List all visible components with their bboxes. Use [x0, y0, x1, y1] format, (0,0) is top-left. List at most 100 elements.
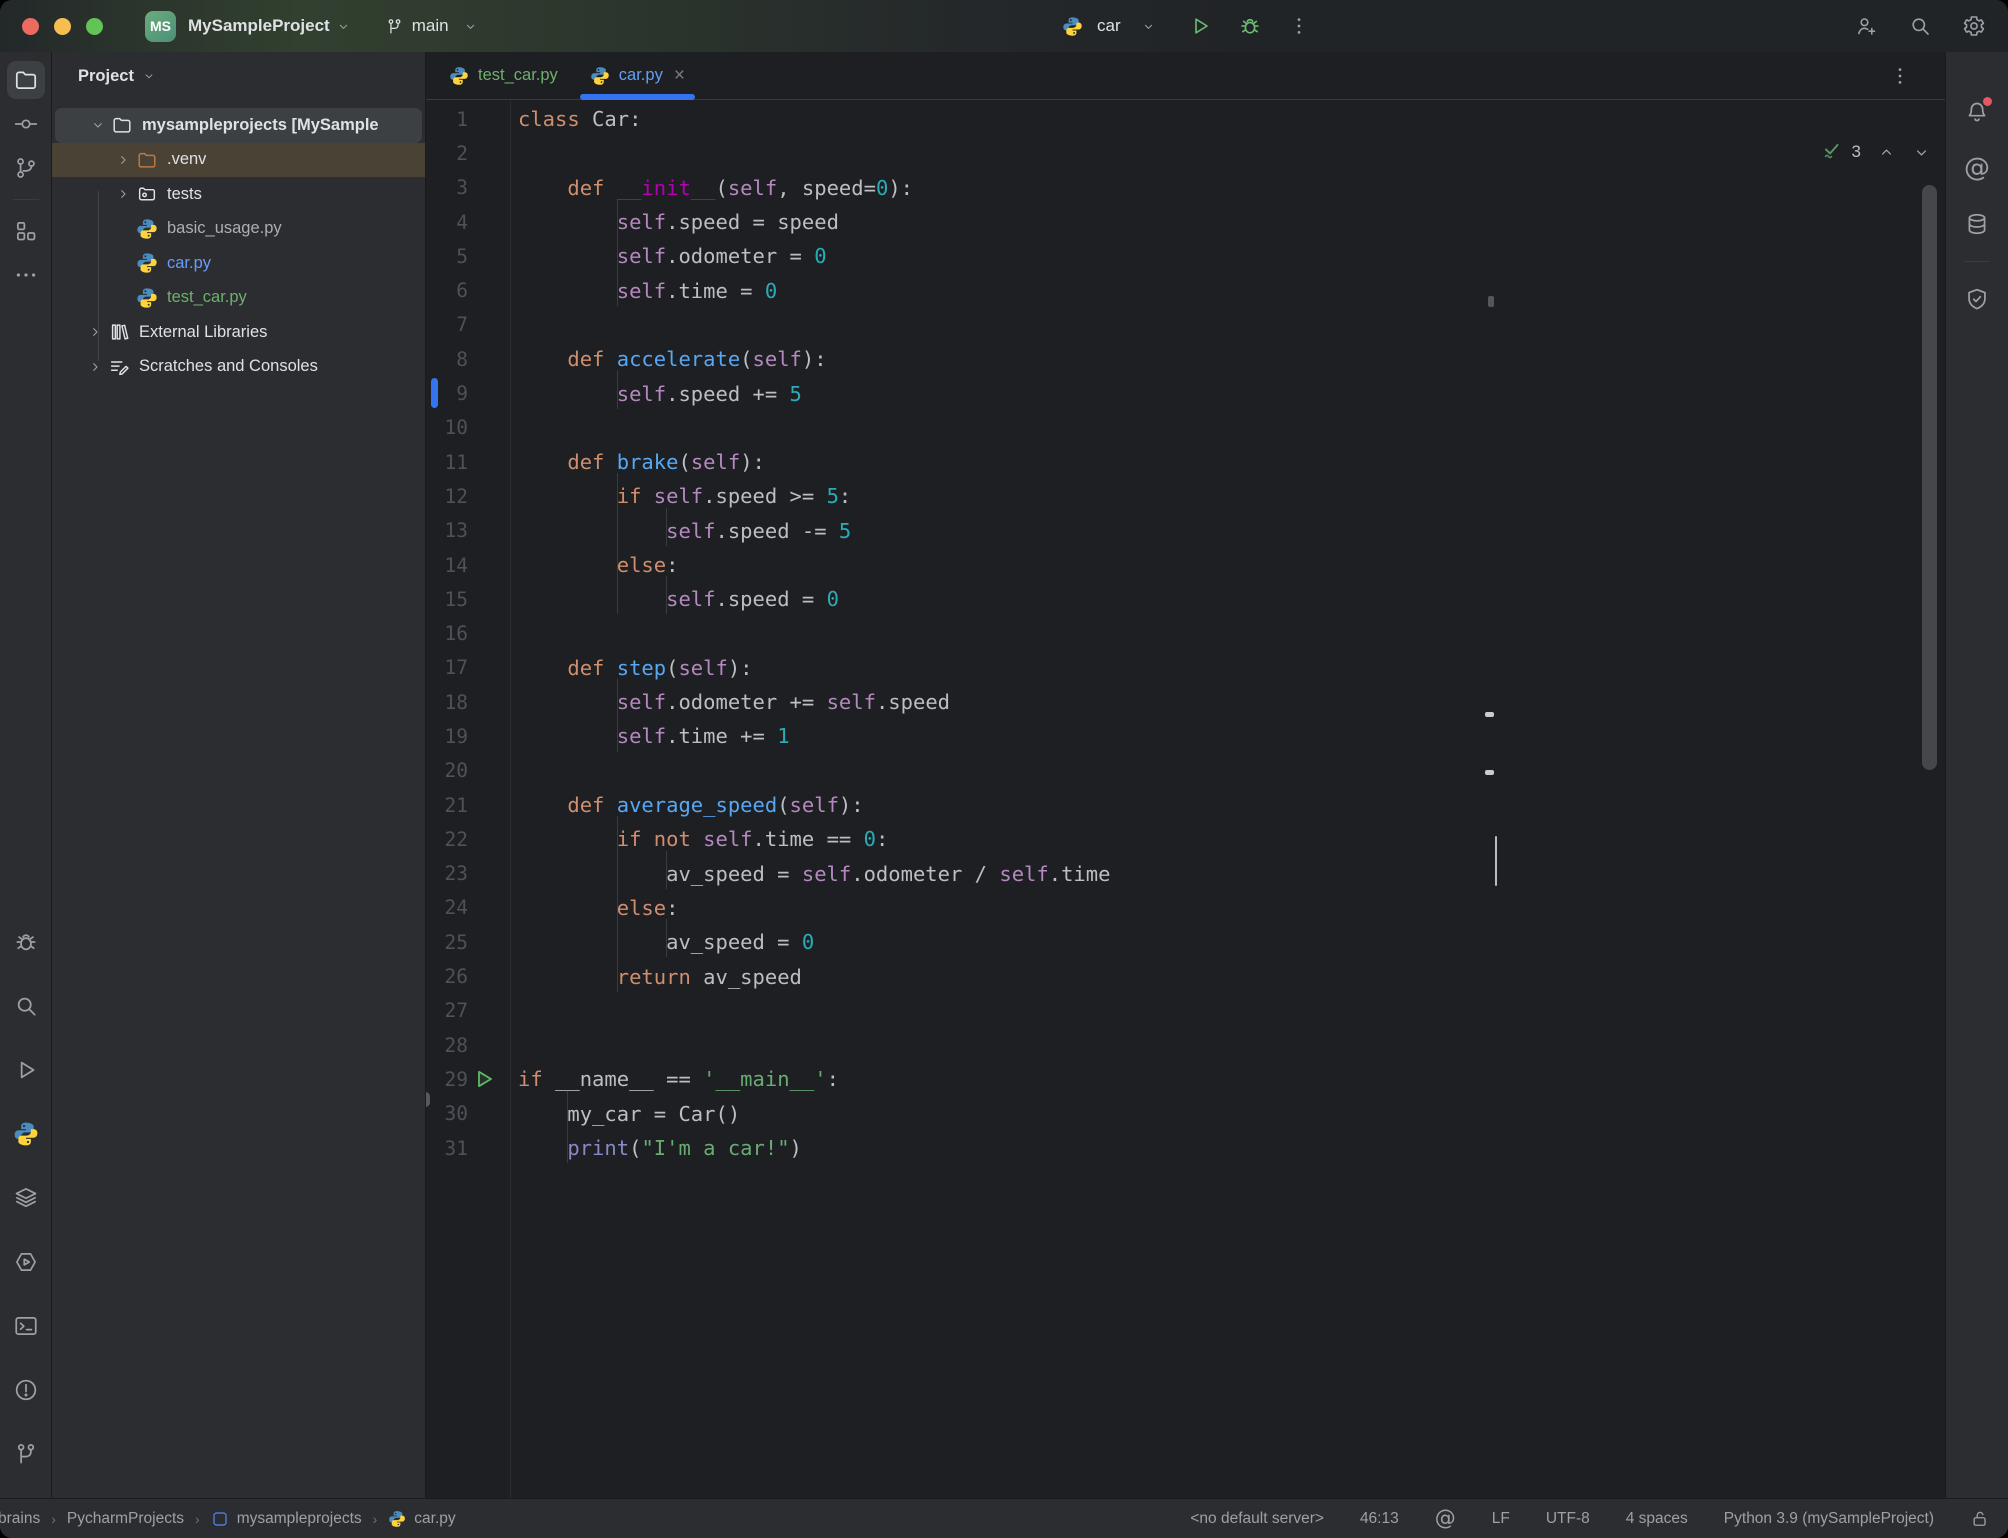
previous-problem-icon[interactable]: [1877, 143, 1896, 162]
gutter-line-number[interactable]: 3: [426, 171, 510, 205]
gutter-line-number[interactable]: 14: [426, 548, 510, 582]
run-configuration[interactable]: car: [1097, 16, 1121, 36]
gutter-line-number[interactable]: 30: [426, 1097, 510, 1131]
tree-item-scratches-and-consoles[interactable]: Scratches and Consoles: [52, 350, 425, 385]
code-line-5[interactable]: 5 self.odometer = 0: [426, 239, 1945, 273]
tool-problems-button[interactable]: [7, 1371, 45, 1409]
code-line-20[interactable]: 20: [426, 754, 1945, 788]
tree-item-external-libraries[interactable]: External Libraries: [52, 315, 425, 350]
splitter-handle[interactable]: [426, 1092, 430, 1107]
tool-database-button[interactable]: [1958, 205, 1996, 243]
status-line-separator[interactable]: LF: [1492, 1510, 1510, 1528]
close-tab-icon[interactable]: ×: [674, 65, 685, 87]
code-editor[interactable]: 1class Car:23 def __init__(self, speed=0…: [426, 100, 1945, 1498]
code-line-14[interactable]: 14 else:: [426, 548, 1945, 582]
chevron-right-icon[interactable]: [110, 186, 136, 202]
settings-gear-icon[interactable]: [1962, 14, 1986, 38]
gutter-line-number[interactable]: 12: [426, 479, 510, 513]
gutter-line-number[interactable]: 22: [426, 822, 510, 856]
code-line-21[interactable]: 21 def average_speed(self):: [426, 788, 1945, 822]
tool-python-button[interactable]: [7, 1115, 45, 1153]
breadcrumb-mysampleprojects[interactable]: mysampleprojects: [211, 1510, 362, 1528]
tool-version-control-button[interactable]: [7, 1435, 45, 1473]
code-line-16[interactable]: 16: [426, 616, 1945, 650]
tool-bug-button[interactable]: [7, 923, 45, 961]
status-ai-assistant[interactable]: @: [1435, 1508, 1456, 1529]
gutter-line-number[interactable]: 13: [426, 514, 510, 548]
next-problem-icon[interactable]: [1912, 143, 1931, 162]
code-line-15[interactable]: 15 self.speed = 0: [426, 582, 1945, 616]
gutter-line-number[interactable]: 20: [426, 754, 510, 788]
project-name[interactable]: MySampleProject: [188, 16, 330, 36]
tool-notifications-button[interactable]: [1958, 93, 1996, 131]
status-caret-position[interactable]: 46:13: [1360, 1510, 1399, 1528]
code-line-4[interactable]: 4 self.speed = speed: [426, 205, 1945, 239]
breadcrumb-PycharmProjects[interactable]: PycharmProjects: [67, 1510, 184, 1528]
tool-structure-button[interactable]: [7, 212, 45, 250]
gutter-line-number[interactable]: 2: [426, 136, 510, 170]
gutter-line-number[interactable]: 26: [426, 959, 510, 993]
more-actions-icon[interactable]: [1288, 15, 1310, 37]
code-line-27[interactable]: 27: [426, 994, 1945, 1028]
gutter-line-number[interactable]: 7: [426, 308, 510, 342]
tree-item-mysampleprojects-mysample[interactable]: mysampleprojects [MySample: [55, 108, 422, 143]
tree-item-test-car-py[interactable]: test_car.py: [52, 281, 425, 316]
status-file-encoding[interactable]: UTF-8: [1546, 1510, 1590, 1528]
tool-search-button[interactable]: [7, 987, 45, 1025]
run-line-icon[interactable]: [472, 1067, 496, 1091]
code-line-30[interactable]: 30 my_car = Car(): [426, 1097, 1945, 1131]
inspections-widget[interactable]: 3: [1821, 140, 1931, 164]
run-button[interactable]: [1188, 14, 1212, 38]
debug-button[interactable]: [1238, 14, 1262, 38]
chevron-right-icon[interactable]: [82, 359, 108, 375]
gutter-line-number[interactable]: 24: [426, 891, 510, 925]
vcs-widget[interactable]: main: [385, 16, 478, 36]
code-line-11[interactable]: 11 def brake(self):: [426, 445, 1945, 479]
breadcrumb-car-py[interactable]: car.py: [388, 1510, 455, 1528]
tool-run-button[interactable]: [7, 1051, 45, 1089]
tool-learn-button[interactable]: [1958, 280, 1996, 318]
code-line-25[interactable]: 25 av_speed = 0: [426, 925, 1945, 959]
code-line-9[interactable]: 9 self.speed += 5: [426, 376, 1945, 410]
code-line-10[interactable]: 10: [426, 411, 1945, 445]
tool-services-button[interactable]: [7, 1179, 45, 1217]
code-line-26[interactable]: 26 return av_speed: [426, 959, 1945, 993]
gutter-line-number[interactable]: 11: [426, 445, 510, 479]
code-line-12[interactable]: 12 if self.speed >= 5:: [426, 479, 1945, 513]
code-line-8[interactable]: 8 def accelerate(self):: [426, 342, 1945, 376]
zoom-window-button[interactable]: [86, 18, 103, 35]
code-line-1[interactable]: 1class Car:: [426, 102, 1945, 136]
gutter-line-number[interactable]: 19: [426, 719, 510, 753]
gutter-line-number[interactable]: 15: [426, 582, 510, 616]
status-default-server[interactable]: <no default server>: [1190, 1510, 1324, 1528]
gutter-line-number[interactable]: 21: [426, 788, 510, 822]
tree-item-venv[interactable]: .venv: [52, 143, 425, 178]
code-line-17[interactable]: 17 def step(self):: [426, 651, 1945, 685]
gutter-line-number[interactable]: 5: [426, 239, 510, 273]
gutter-line-number[interactable]: 27: [426, 994, 510, 1028]
code-line-13[interactable]: 13 self.speed -= 5: [426, 514, 1945, 548]
gutter-line-number[interactable]: 1: [426, 102, 510, 136]
code-line-29[interactable]: 29if __name__ == '__main__':: [426, 1062, 1945, 1096]
gutter-line-number[interactable]: 28: [426, 1028, 510, 1062]
tree-item-car-py[interactable]: car.py: [52, 246, 425, 281]
gutter-line-number[interactable]: 8: [426, 342, 510, 376]
chevron-right-icon[interactable]: [82, 324, 108, 340]
code-line-23[interactable]: 23 av_speed = self.odometer / self.time: [426, 857, 1945, 891]
status-indent-style[interactable]: 4 spaces: [1626, 1510, 1688, 1528]
close-window-button[interactable]: [22, 18, 39, 35]
gutter-line-number[interactable]: 6: [426, 273, 510, 307]
search-everywhere-icon[interactable]: [1908, 14, 1932, 38]
tool-terminal-button[interactable]: [7, 1307, 45, 1345]
tool-run-anything-button[interactable]: [7, 1243, 45, 1281]
breadcrumb-brains[interactable]: brains: [0, 1510, 40, 1528]
gutter-line-number[interactable]: 25: [426, 925, 510, 959]
gutter-line-number[interactable]: 23: [426, 857, 510, 891]
tab-car-py[interactable]: car.py×: [574, 52, 701, 99]
editor-scrollbar[interactable]: [1922, 185, 1937, 770]
project-panel-title[interactable]: Project: [78, 67, 134, 86]
code-line-31[interactable]: 31 print("I'm a car!"): [426, 1131, 1945, 1165]
gutter-line-number[interactable]: 16: [426, 616, 510, 650]
gutter-line-number[interactable]: 31: [426, 1131, 510, 1165]
gutter-line-number[interactable]: 4: [426, 205, 510, 239]
